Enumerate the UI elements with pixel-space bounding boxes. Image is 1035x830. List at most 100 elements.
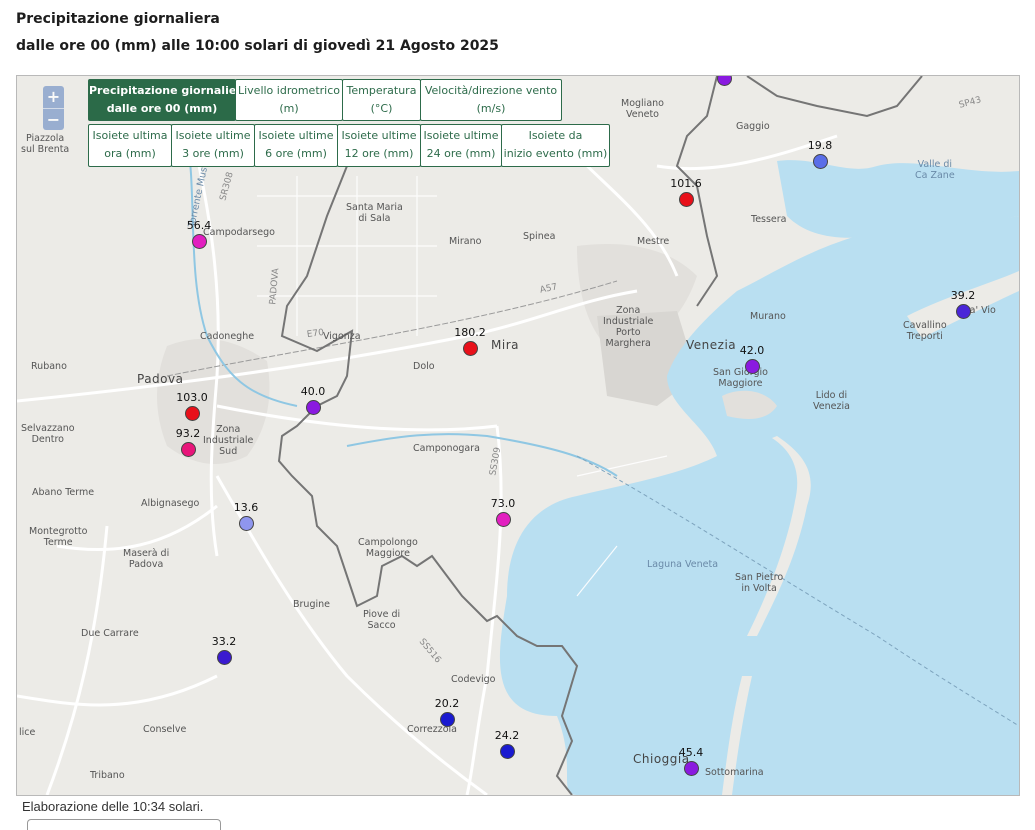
- tab-line2: inizio evento (mm): [503, 147, 608, 160]
- tab-line2: ora (mm): [104, 147, 156, 160]
- place-label-spinea: Spinea: [523, 231, 556, 242]
- station-dot[interactable]: [185, 406, 200, 421]
- tab-line1: Livello idrometrico: [237, 84, 340, 97]
- place-label-pellestrina: San Pietro in Volta: [735, 572, 784, 594]
- place-label-masera: Maserà di Padova: [123, 548, 170, 570]
- place-label-due-carrare: Due Carrare: [81, 628, 139, 639]
- place-label-sottomarina: Sottomarina: [705, 767, 764, 778]
- station-dot[interactable]: [440, 712, 455, 727]
- tab-line1: Isoiete ultime: [341, 129, 417, 142]
- station-value: 93.2: [175, 427, 201, 440]
- place-label-campolongo: Campolongo Maggiore: [358, 537, 418, 559]
- zoom-control: + −: [43, 86, 64, 130]
- station-value: 73.0: [490, 497, 516, 510]
- place-label-conselve: Conselve: [143, 724, 187, 735]
- tab-line1: Precipitazione giornaliera: [89, 84, 250, 97]
- place-label-albignasego: Albignasego: [141, 498, 200, 509]
- tab-line1: Isoiete ultima: [92, 129, 168, 142]
- station-dot[interactable]: [463, 341, 478, 356]
- station-dot[interactable]: [239, 516, 254, 531]
- place-label-dolo: Dolo: [413, 361, 435, 372]
- tab-isoiete-6h[interactable]: Isoiete ultime 6 ore (mm): [254, 124, 338, 167]
- place-label-tessera: Tessera: [751, 214, 787, 225]
- footer-note: Elaborazione delle 10:34 solari.: [22, 799, 204, 814]
- station-dot[interactable]: [496, 512, 511, 527]
- tab-line2: 3 ore (mm): [182, 147, 244, 160]
- tab-line2: (m): [279, 102, 299, 115]
- tab-vento[interactable]: Velocità/direzione vento (m/s): [420, 79, 562, 121]
- station-value: 24.2: [494, 729, 520, 742]
- zoom-out-button[interactable]: −: [43, 109, 64, 131]
- place-label-porto-marghera: Zona Industriale Porto Marghera: [603, 305, 654, 349]
- place-label-venezia: Venezia: [686, 338, 737, 352]
- station-value: 39.2: [950, 289, 976, 302]
- place-label-piazzola: Piazzola sul Brenta: [21, 133, 70, 155]
- tab-line1: Velocità/direzione vento: [424, 84, 558, 97]
- tab-line1: Isoiete ultime: [423, 129, 499, 142]
- page-title: Precipitazione giornaliera: [16, 11, 220, 27]
- place-label-rubano: Rubano: [31, 361, 67, 372]
- station-value: 40.0: [300, 385, 326, 398]
- tab-isoiete-3h[interactable]: Isoiete ultime 3 ore (mm): [171, 124, 255, 167]
- place-label-mogliano: Mogliano Veneto: [621, 98, 664, 120]
- tab-isoiete-24h[interactable]: Isoiete ultime 24 ore (mm): [420, 124, 502, 167]
- place-label-mestre: Mestre: [637, 236, 670, 247]
- station-value: 180.2: [454, 326, 486, 339]
- place-label-tribano: Tribano: [90, 770, 125, 781]
- place-label-cadoneghe: Cadoneghe: [200, 331, 255, 342]
- station-value: 56.4: [186, 219, 212, 232]
- station-dot[interactable]: [500, 744, 515, 759]
- station-value: 103.0: [176, 391, 208, 404]
- place-label-zona-ind-sud: Zona Industriale Sud: [203, 424, 254, 457]
- place-label-gaggio: Gaggio: [736, 121, 770, 132]
- place-label-cavallino: Cavallino Treporti: [903, 320, 947, 342]
- station-value: 20.2: [434, 697, 460, 710]
- station-dot[interactable]: [679, 192, 694, 207]
- station-dot[interactable]: [181, 442, 196, 457]
- place-label-abano: Abano Terme: [32, 487, 95, 498]
- zoom-in-button[interactable]: +: [43, 86, 64, 109]
- place-label-mira: Mira: [491, 338, 519, 352]
- tab-temperatura[interactable]: Temperatura (°C): [342, 79, 421, 121]
- station-dot[interactable]: [217, 650, 232, 665]
- tab-isoiete-12h[interactable]: Isoiete ultime 12 ore (mm): [337, 124, 421, 167]
- tab-line2: (m/s): [476, 102, 506, 115]
- tab-isoiete-1h[interactable]: Isoiete ultima ora (mm): [88, 124, 172, 167]
- place-label-piove: Piove di Sacco: [363, 609, 401, 631]
- station-value: 19.8: [807, 139, 833, 152]
- station-dot[interactable]: [956, 304, 971, 319]
- station-value: 45.4: [678, 746, 704, 759]
- tab-line1: Temperatura: [346, 84, 417, 97]
- footer-widget[interactable]: [27, 819, 221, 830]
- tab-line2: 12 ore (mm): [344, 147, 414, 160]
- station-dot[interactable]: [306, 400, 321, 415]
- place-label-ice: lice: [19, 727, 36, 738]
- place-label-vigonza: Vigonza: [323, 331, 361, 342]
- place-label-mirano: Mirano: [449, 236, 482, 247]
- map-panel[interactable]: + − Piazzola sul Brenta Mogliano Veneto Ga…: [16, 75, 1020, 796]
- page-subtitle: dalle ore 00 (mm) alle 10:00 solari di g…: [16, 38, 499, 54]
- station-dot[interactable]: [684, 761, 699, 776]
- place-label-laguna: Laguna Veneta: [647, 559, 719, 570]
- tab-line2: dalle ore 00 (mm): [106, 102, 218, 115]
- place-label-padova: Padova: [137, 372, 184, 386]
- place-label-lido: Lido di Venezia: [813, 390, 850, 412]
- tab-line2: (°C): [370, 102, 393, 115]
- station-dot[interactable]: [813, 154, 828, 169]
- station-value: 42.0: [739, 344, 765, 357]
- tab-precipitazione[interactable]: Precipitazione giornaliera dalle ore 00 …: [88, 79, 250, 121]
- place-label-montegrotto: Montegrotto Terme: [29, 526, 88, 548]
- tab-livello-idrometrico[interactable]: Livello idrometrico (m): [235, 79, 343, 121]
- tab-line1: Isoiete da: [528, 129, 583, 142]
- tab-line2: 6 ore (mm): [265, 147, 327, 160]
- road-label-e70: E70: [306, 327, 325, 341]
- place-label-santa-maria: Santa Maria di Sala: [346, 202, 403, 224]
- station-value: 33.2: [211, 635, 237, 648]
- place-label-selvazzano: Selvazzano Dentro: [21, 423, 75, 445]
- place-label-brugine: Brugine: [293, 599, 330, 610]
- tab-isoiete-evento[interactable]: Isoiete da inizio evento (mm): [501, 124, 610, 167]
- station-value: 101.6: [670, 177, 702, 190]
- tab-line1: Isoiete ultime: [175, 129, 251, 142]
- station-dot[interactable]: [192, 234, 207, 249]
- station-dot[interactable]: [745, 359, 760, 374]
